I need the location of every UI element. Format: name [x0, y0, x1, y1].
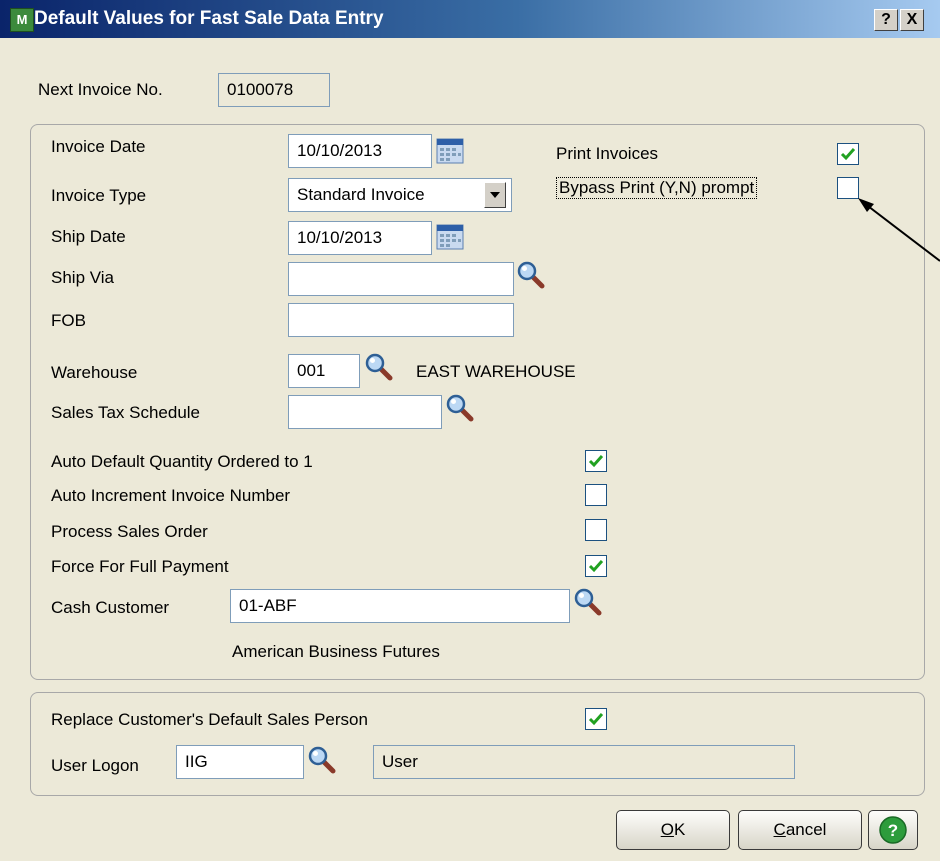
- user-name-field: User: [373, 745, 795, 779]
- ship-date-label: Ship Date: [51, 227, 126, 246]
- mas-icon: M: [10, 8, 34, 32]
- print-invoices-checkbox[interactable]: [837, 143, 859, 165]
- help-title-button[interactable]: ?: [874, 9, 898, 31]
- checkmark-icon: [588, 560, 604, 573]
- help-button[interactable]: ?: [868, 810, 918, 850]
- bypass-print-label: Bypass Print (Y,N) prompt: [556, 177, 758, 199]
- invoice-type-select[interactable]: Standard Invoice: [288, 178, 512, 212]
- invoice-type-label: Invoice Type: [51, 186, 147, 205]
- cash-customer-field[interactable]: 01-ABF: [230, 589, 570, 623]
- cash-customer-name: American Business Futures: [232, 642, 440, 661]
- cancel-button[interactable]: Cancel: [738, 810, 862, 850]
- ok-button[interactable]: OK: [616, 810, 730, 850]
- search-icon[interactable]: [308, 746, 336, 774]
- checkmark-icon: [588, 713, 604, 726]
- search-icon[interactable]: [446, 394, 474, 422]
- next-invoice-label: Next Invoice No.: [38, 80, 163, 99]
- ship-via-field[interactable]: [288, 262, 514, 296]
- close-title-button[interactable]: X: [900, 9, 924, 31]
- sales-tax-schedule-label: Sales Tax Schedule: [51, 403, 201, 422]
- force-full-payment-label: Force For Full Payment: [51, 557, 229, 576]
- window-title: Default Values for Fast Sale Data Entry: [34, 8, 384, 29]
- title-bar: M Default Values for Fast Sale Data Entr…: [0, 0, 940, 38]
- ok-mnemonic: O: [660, 820, 674, 839]
- fob-label: FOB: [51, 311, 86, 330]
- warehouse-description: EAST WAREHOUSE: [416, 362, 576, 381]
- search-icon[interactable]: [365, 353, 393, 381]
- replace-salesperson-label: Replace Customer's Default Sales Person: [51, 710, 368, 729]
- auto-increment-label: Auto Increment Invoice Number: [51, 486, 291, 505]
- ship-via-label: Ship Via: [51, 268, 115, 287]
- sales-group: [30, 692, 925, 796]
- cash-customer-label: Cash Customer: [51, 598, 170, 617]
- checkmark-icon: [588, 455, 604, 468]
- auto-default-qty-label: Auto Default Quantity Ordered to 1: [51, 452, 313, 471]
- invoice-date-field[interactable]: 10/10/2013: [288, 134, 432, 168]
- search-icon[interactable]: [574, 588, 602, 616]
- ok-label: K: [673, 820, 686, 839]
- cancel-mnemonic: C: [773, 820, 786, 839]
- print-invoices-label: Print Invoices: [556, 144, 659, 163]
- invoice-date-label: Invoice Date: [51, 137, 146, 156]
- search-icon[interactable]: [517, 261, 545, 289]
- ship-date-field[interactable]: 10/10/2013: [288, 221, 432, 255]
- user-logon-label: User Logon: [51, 756, 139, 775]
- user-logon-field[interactable]: IIG: [176, 745, 304, 779]
- annotation-arrow: [858, 198, 940, 262]
- auto-default-qty-checkbox[interactable]: [585, 450, 607, 472]
- auto-increment-checkbox[interactable]: [585, 484, 607, 506]
- fob-field[interactable]: [288, 303, 514, 337]
- next-invoice-field: 0100078: [218, 73, 330, 107]
- calendar-icon[interactable]: [436, 137, 464, 165]
- checkmark-icon: [840, 148, 856, 161]
- warehouse-label: Warehouse: [51, 363, 138, 382]
- force-full-payment-checkbox[interactable]: [585, 555, 607, 577]
- calendar-icon[interactable]: [436, 223, 464, 251]
- chevron-down-icon[interactable]: [484, 182, 506, 208]
- replace-salesperson-checkbox[interactable]: [585, 708, 607, 730]
- warehouse-field[interactable]: 001: [288, 354, 360, 388]
- process-sales-order-label: Process Sales Order: [51, 522, 208, 541]
- sales-tax-schedule-field[interactable]: [288, 395, 442, 429]
- cancel-label: ancel: [785, 820, 827, 839]
- svg-text:?: ?: [888, 821, 898, 840]
- process-sales-order-checkbox[interactable]: [585, 519, 607, 541]
- help-icon: ?: [879, 816, 907, 844]
